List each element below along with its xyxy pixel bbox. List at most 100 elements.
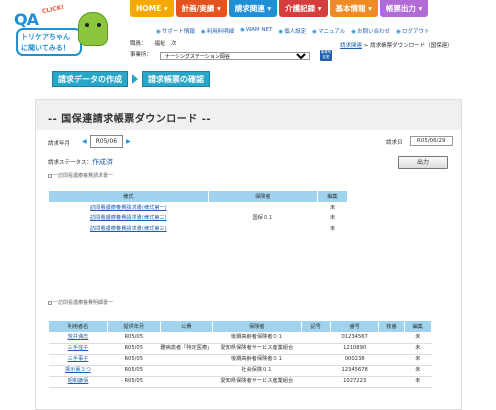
public-expense: [160, 354, 213, 366]
breadcrumb-separator: >: [363, 43, 369, 49]
nav-item-0[interactable]: HOME ▾: [130, 0, 174, 17]
branch-cell: [378, 354, 405, 366]
public-expense: [160, 376, 213, 388]
edit-status: 未: [329, 226, 336, 233]
link-bullet-icon: ◉: [200, 29, 206, 35]
app-header: QA CLICK! トリケアちゃん に聞いてみる！ HOME ▾ 計画/実績 ▾ 請…: [0, 0, 496, 62]
col-mark: 記号: [300, 320, 331, 333]
sublink-1[interactable]: ◉利用料明細: [201, 27, 234, 35]
edit-status: 未: [329, 204, 336, 211]
nav-item-5[interactable]: 帳票出力 ▾: [379, 0, 429, 17]
col-service-month: 提供年月: [106, 320, 161, 333]
col-public: 公費: [159, 320, 214, 333]
table-row: 三手窪子 R05/05 難病患者「特定医療」 愛知県保険者サービス産業組合 121089…: [48, 343, 432, 355]
col-branch: 枝番: [378, 320, 405, 333]
qa-logo-text: QA: [14, 10, 39, 29]
breadcrumb: 請求関連 > 請求帳票ダウンロード（国保連）: [340, 41, 453, 49]
status-value: 作成済: [92, 158, 114, 166]
public-expense: 難病患者「特定医療」: [160, 343, 213, 355]
user-name-link[interactable]: 昭和謙佰: [48, 376, 108, 388]
sublink-5[interactable]: ◉お問い合わせ: [351, 27, 390, 35]
caption-statement: 一訪問看護療養費明細書一: [48, 299, 113, 306]
nav-item-1[interactable]: 計画/実績 ▾: [175, 0, 227, 17]
sublink-6[interactable]: ◉ログアウト: [396, 27, 429, 35]
user-name-link[interactable]: 三手事子: [48, 354, 108, 366]
breadcrumb-link[interactable]: 請求関連: [340, 43, 362, 49]
nav-item-4[interactable]: 基本情報 ▾: [329, 0, 378, 17]
billing-month-label: 請求年月: [48, 141, 71, 147]
caption-invoice-text: 一訪問看護療養費請求書一: [53, 173, 114, 179]
sublink-label: 個人設定: [284, 29, 307, 35]
table-row: 訪問看護療養費請求書(様式第一) 未: [49, 203, 348, 214]
nav-item-3[interactable]: 介護記録 ▾: [279, 0, 328, 17]
change-office-button[interactable]: 事業所変更: [320, 50, 333, 61]
sublink-3[interactable]: ◉個人設定: [278, 27, 306, 35]
branch-cell: [378, 332, 405, 344]
nav-item-2[interactable]: 請求関連 ▾: [228, 0, 278, 17]
number-cell: 000238: [330, 354, 379, 366]
col-user-name: 利用者名: [48, 320, 108, 333]
staff-label: 職員：: [130, 41, 147, 47]
insurer-cell: [208, 203, 318, 214]
service-month: R05/05: [107, 365, 161, 377]
sublink-label: 利用料明細: [206, 29, 235, 35]
help-bubble-line1: トリケアちゃん: [21, 33, 70, 41]
caption-statement-text: 一訪問看護療養費明細書一: [53, 300, 114, 306]
form-link[interactable]: 訪問看護療養費請求書(様式第二): [49, 214, 209, 225]
step-check-forms[interactable]: 請求帳票の確認: [142, 71, 210, 87]
edit-status: 未: [404, 376, 432, 388]
sub-links: ◉サポート情報 ◉利用料明細 ◉WAM NET ◉個人設定 ◉マニュアル ◉お問い合わせ ◉…: [156, 27, 429, 35]
link-bullet-icon: ◉: [278, 29, 284, 35]
table-row: 荒井満志 R05/05 後期高齢者保険者０１ 01234567 未: [48, 332, 432, 344]
page-title: -- 国保連請求帳票ダウンロード --: [48, 114, 212, 125]
service-month: R05/05: [107, 332, 161, 344]
caption-invoice: 一訪問看護療養費請求書一: [48, 172, 113, 179]
user-name-link[interactable]: 振示裏３つ: [48, 365, 108, 377]
branch-cell: [378, 343, 405, 355]
sublink-label: WAM NET: [245, 27, 273, 33]
next-month-icon[interactable]: ▶: [126, 138, 131, 145]
download-panel: -- 国保連請求帳票ダウンロード -- 請求年月 ◀ R05/06 ▶ 請求日 …: [35, 99, 462, 410]
link-bullet-icon: ◉: [351, 29, 357, 35]
edit-status: 未: [404, 365, 432, 377]
statement-table: 利用者名 提供年月 公費 保険者 記号 番号 枝番 編集 荒井満志 R05/05 後…: [48, 320, 433, 388]
sublink-2[interactable]: ◉WAM NET: [240, 27, 272, 35]
insurer-cell: 社会保険０１: [212, 365, 302, 377]
col-edit: 編集: [403, 320, 433, 333]
branch-cell: [378, 376, 405, 388]
insurer-cell: 後期高齢者保険者０１: [212, 354, 302, 366]
branch-cell: [378, 365, 405, 377]
col-insurer: 保険者: [207, 190, 319, 203]
form-link[interactable]: 訪問看護療養費請求書(様式第一): [49, 203, 209, 214]
mascot-icon: [78, 12, 108, 46]
workflow-steps: 請求データの作成 請求帳票の確認: [52, 71, 210, 87]
table-row: 昭和謙佰 R05/05 愛知県保険者サービス産業組合 1027223 未: [48, 376, 432, 388]
sublink-0[interactable]: ◉サポート情報: [156, 27, 195, 35]
form-link[interactable]: 訪問看護療養費請求書(様式第三): [49, 225, 209, 236]
link-bullet-icon: ◉: [396, 29, 401, 35]
mark-cell: [301, 376, 331, 388]
step-create-data[interactable]: 請求データの作成: [52, 71, 128, 87]
output-button[interactable]: 出力: [398, 156, 448, 169]
user-meta: 職員： 福祉 次 事業所： ナーシングステーション岡谷 事業所変更: [130, 39, 333, 61]
office-select[interactable]: ナーシングステーション岡谷: [160, 51, 311, 60]
sublink-4[interactable]: ◉マニュアル: [312, 27, 345, 35]
request-date-value: R05/06/29: [410, 136, 453, 146]
link-bullet-icon: ◉: [156, 29, 161, 35]
user-name-link[interactable]: 荒井満志: [48, 332, 108, 344]
breadcrumb-current: 請求帳票ダウンロード（国保連）: [370, 43, 453, 49]
col-number: 番号: [329, 320, 380, 333]
main-nav: HOME ▾ 計画/実績 ▾ 請求関連 ▾ 介護記録 ▾ 基本情報 ▾ 帳票出力 ▾: [130, 0, 429, 17]
request-date-label: 請求日: [386, 140, 403, 146]
public-expense: [160, 365, 213, 377]
mark-cell: [301, 365, 331, 377]
billing-month-value: R05/06: [89, 135, 124, 148]
edit-status: 未: [404, 343, 432, 355]
qa-help-logo[interactable]: QA CLICK! トリケアちゃん に聞いてみる！: [12, 3, 110, 62]
number-cell: 01234567: [330, 332, 379, 344]
sublink-label: お問い合わせ: [357, 29, 391, 35]
insurer-cell: 後期高齢者保険者０１: [212, 332, 302, 344]
prev-month-icon[interactable]: ◀: [82, 138, 87, 145]
user-name-link[interactable]: 三手窪子: [48, 343, 108, 355]
click-label: CLICK!: [41, 3, 65, 16]
